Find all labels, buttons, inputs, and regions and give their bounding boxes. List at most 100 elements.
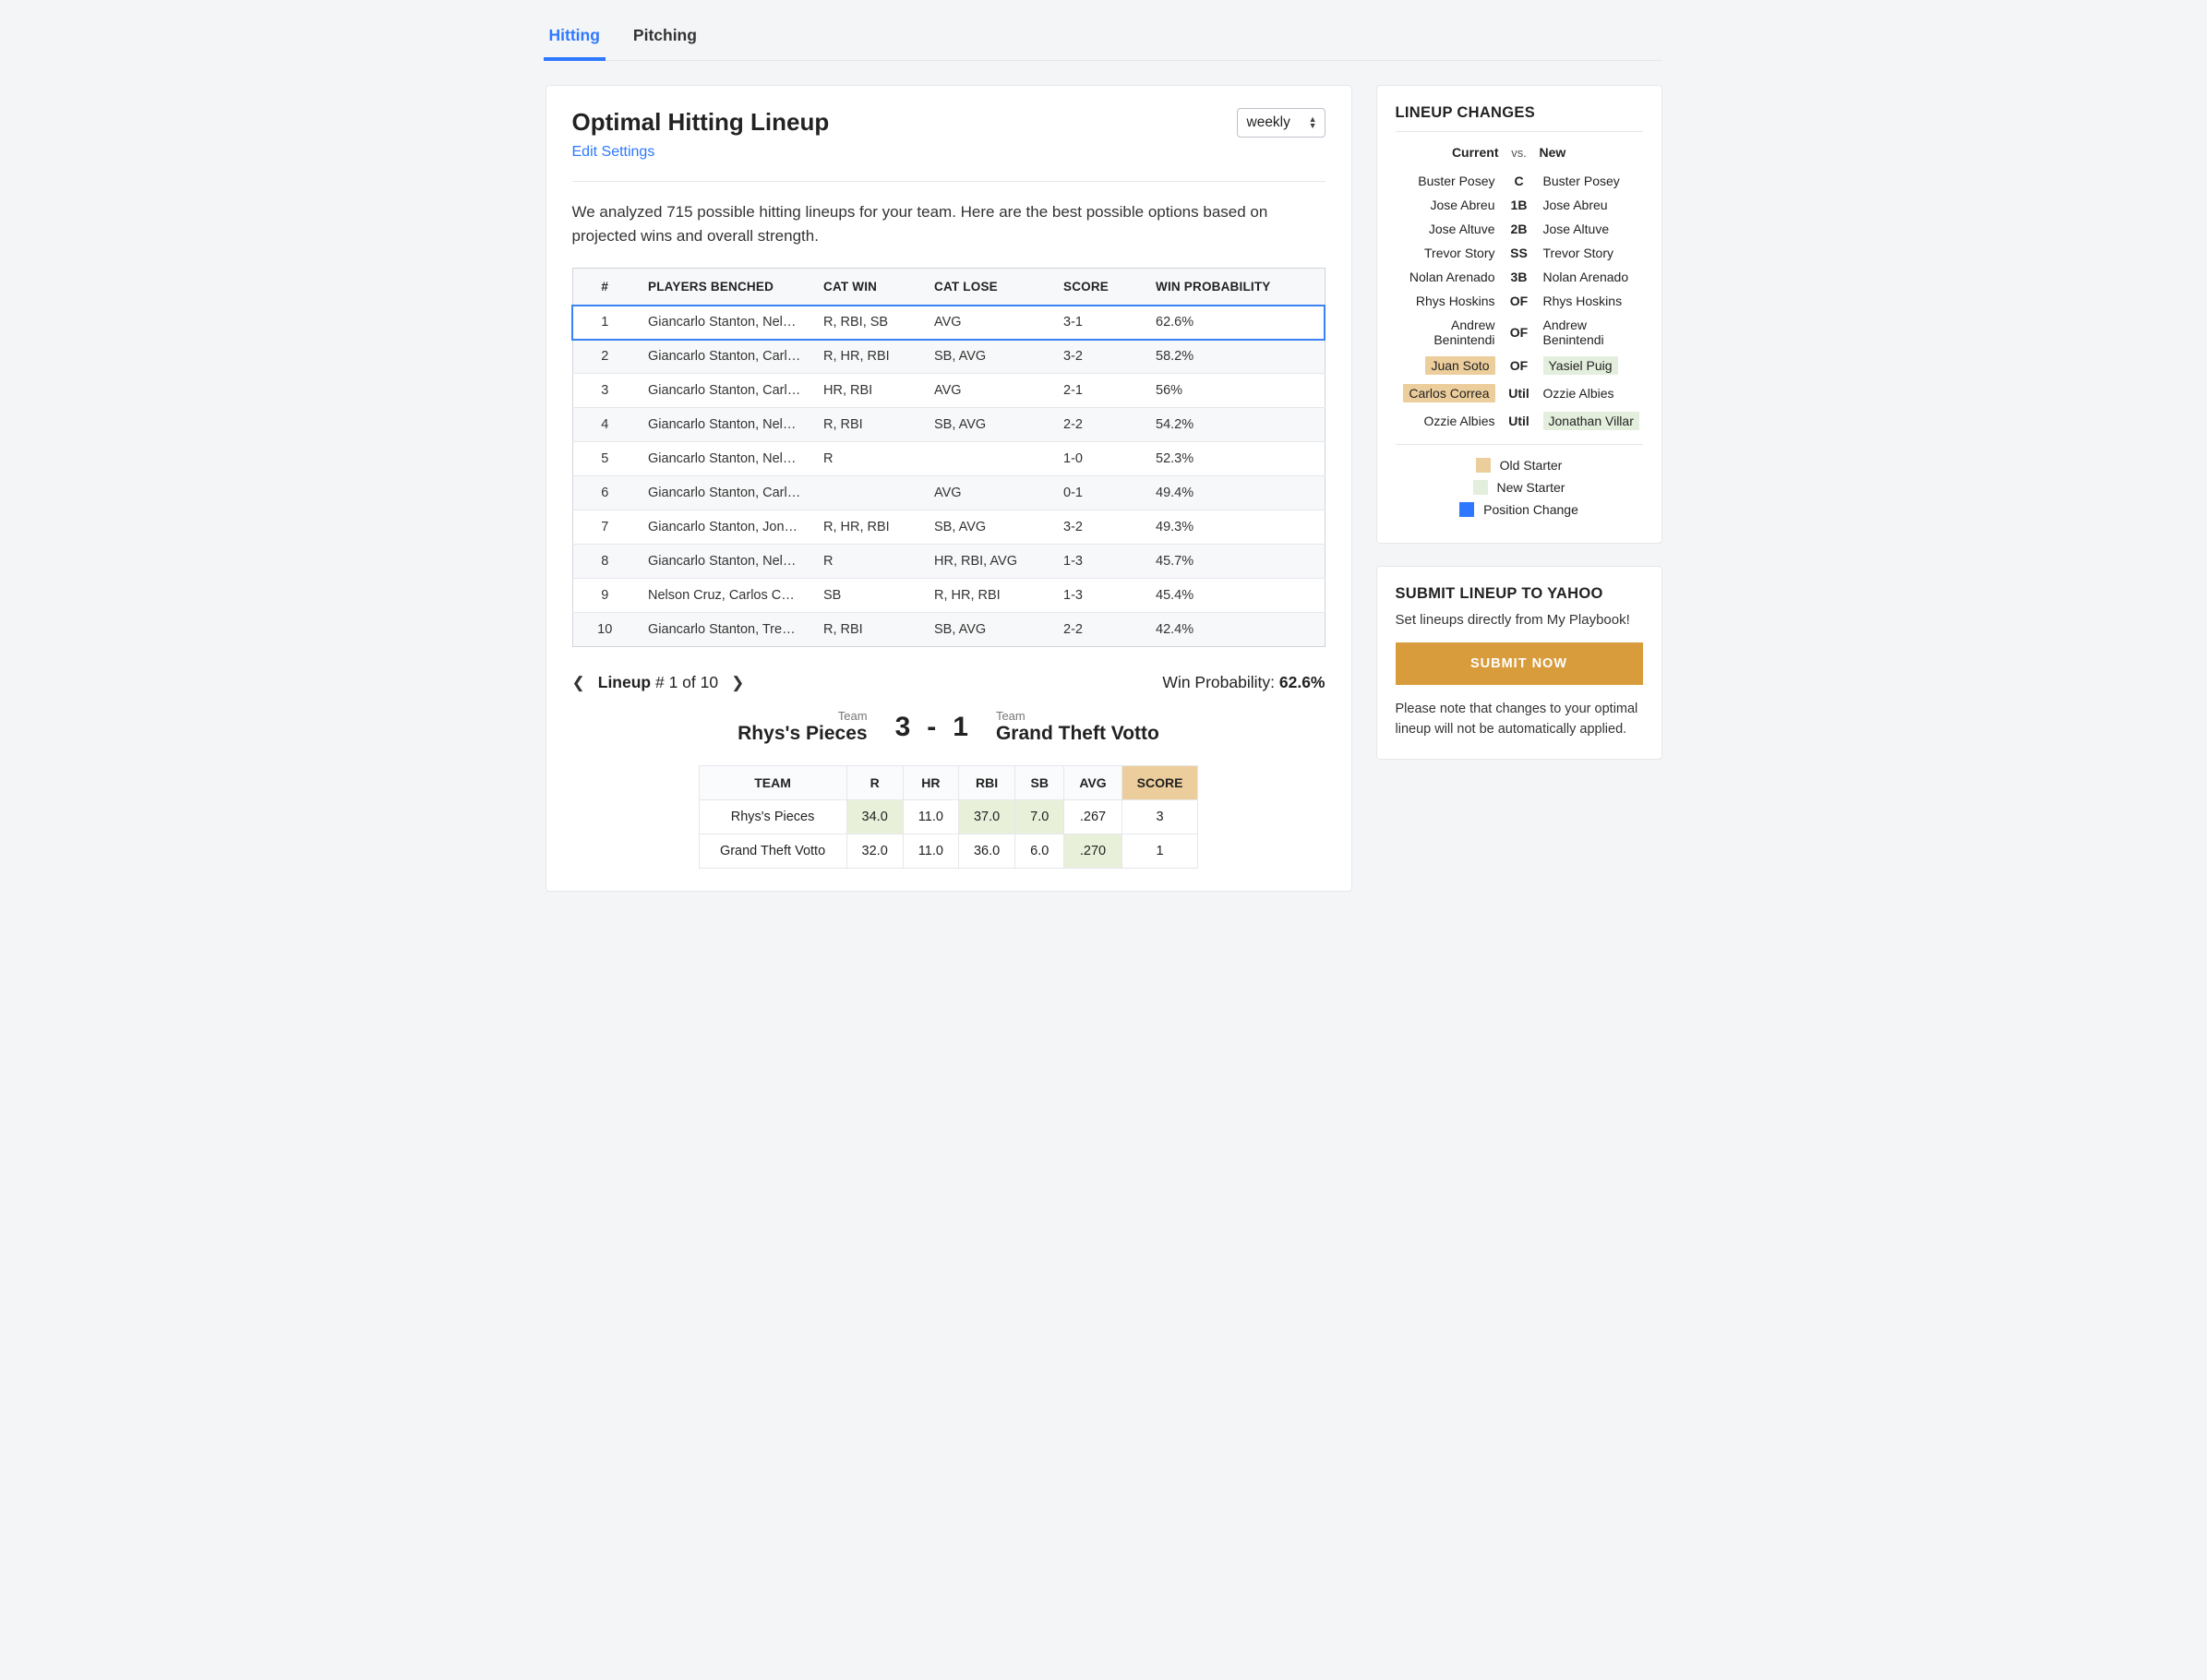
cell-winprob: 49.4%	[1145, 476, 1325, 510]
tab-pitching[interactable]: Pitching	[630, 17, 701, 60]
current-player: Jose Abreu	[1430, 198, 1494, 212]
table-row[interactable]: 6Giancarlo Stanton, Carlos… AVG0-149.4%	[572, 476, 1325, 510]
table-row[interactable]: 7Giancarlo Stanton, Jonath…R, HR, RBISB,…	[572, 510, 1325, 545]
cell-catwin: R	[812, 442, 923, 476]
cell-players: Giancarlo Stanton, Trevor…	[637, 613, 812, 647]
table-row[interactable]: 9Nelson Cruz, Carlos Corre…SBR, HR, RBI1…	[572, 579, 1325, 613]
cell-score: 1	[1121, 834, 1198, 869]
period-select-value: weekly	[1247, 114, 1290, 130]
submit-card: SUBMIT LINEUP TO YAHOO Set lineups direc…	[1376, 566, 1662, 760]
cell-score: 2-1	[1052, 374, 1145, 408]
cell-catwin: SB	[812, 579, 923, 613]
cell-num: 2	[572, 340, 637, 374]
cell-score: 3-1	[1052, 306, 1145, 340]
lineup-position-label: Lineup # 1 of 10	[598, 673, 718, 692]
cell-rbi: 37.0	[958, 800, 1014, 834]
cell-catlose: AVG	[923, 374, 1052, 408]
table-row[interactable]: 3Giancarlo Stanton, Carlos…HR, RBIAVG2-1…	[572, 374, 1325, 408]
position-label: 1B	[1499, 198, 1540, 212]
col-catwin: CAT WIN	[812, 269, 923, 306]
change-row: Juan SotoOFYasiel Puig	[1396, 352, 1643, 379]
submit-title: SUBMIT LINEUP TO YAHOO	[1396, 585, 1643, 603]
cell-team: Rhys's Pieces	[699, 800, 846, 834]
table-row[interactable]: 5Giancarlo Stanton, Nelso…R1-052.3%	[572, 442, 1325, 476]
score-table: TEAM R HR RBI SB AVG SCORE Rhys's Pieces…	[699, 765, 1199, 869]
legend-new: New Starter	[1497, 480, 1565, 495]
cell-catlose: AVG	[923, 476, 1052, 510]
col-score: SCORE	[1052, 269, 1145, 306]
change-row: Andrew BenintendiOFAndrew Benintendi	[1396, 313, 1643, 352]
current-player: Trevor Story	[1424, 246, 1495, 260]
table-row[interactable]: 8Giancarlo Stanton, Nelso…RHR, RBI, AVG1…	[572, 545, 1325, 579]
edit-settings-link[interactable]: Edit Settings	[572, 144, 655, 161]
cell-avg: .267	[1064, 800, 1121, 834]
scol-rbi: RBI	[958, 766, 1014, 800]
cell-num: 4	[572, 408, 637, 442]
swatch-old-icon	[1476, 458, 1491, 473]
current-player: Nolan Arenado	[1409, 270, 1495, 284]
divider	[1396, 131, 1643, 132]
cell-winprob: 56%	[1145, 374, 1325, 408]
table-row[interactable]: 10Giancarlo Stanton, Trevor…R, RBISB, AV…	[572, 613, 1325, 647]
col-winprob: WIN PROBABILITY	[1145, 269, 1325, 306]
position-label: 2B	[1499, 222, 1540, 236]
cell-num: 3	[572, 374, 637, 408]
new-player: Jonathan Villar	[1543, 412, 1639, 430]
cell-catlose: SB, AVG	[923, 408, 1052, 442]
submit-now-button[interactable]: SUBMIT NOW	[1396, 642, 1643, 685]
new-player: Andrew Benintendi	[1543, 318, 1604, 347]
cell-players: Giancarlo Stanton, Nelso…	[637, 408, 812, 442]
table-row[interactable]: 2Giancarlo Stanton, Carlos…R, HR, RBISB,…	[572, 340, 1325, 374]
current-player: Carlos Correa	[1403, 384, 1494, 402]
cell-players: Giancarlo Stanton, Carlos…	[637, 476, 812, 510]
period-select[interactable]: weekly ▲▼	[1237, 108, 1325, 138]
cell-score: 1-0	[1052, 442, 1145, 476]
new-player: Jose Abreu	[1543, 198, 1608, 212]
lineup-changes-card: LINEUP CHANGES Current vs. New Buster Po…	[1376, 85, 1662, 544]
matchup-score: 3 - 1	[895, 712, 968, 743]
legend: Old Starter New Starter Position Change	[1396, 458, 1643, 517]
prev-lineup-icon[interactable]: ❮	[572, 674, 585, 692]
cell-players: Giancarlo Stanton, Nelso…	[637, 442, 812, 476]
cell-catwin: R, RBI, SB	[812, 306, 923, 340]
lineup-table: # PLAYERS BENCHED CAT WIN CAT LOSE SCORE…	[572, 268, 1325, 647]
changes-hdr-new: New	[1540, 145, 1643, 160]
cell-rbi: 36.0	[958, 834, 1014, 869]
cell-players: Nelson Cruz, Carlos Corre…	[637, 579, 812, 613]
cell-catlose	[923, 442, 1052, 476]
change-row: Jose Altuve2BJose Altuve	[1396, 217, 1643, 241]
col-catlose: CAT LOSE	[923, 269, 1052, 306]
change-row: Trevor StorySSTrevor Story	[1396, 241, 1643, 265]
next-lineup-icon[interactable]: ❯	[731, 674, 744, 692]
new-player: Yasiel Puig	[1543, 356, 1618, 375]
submit-note: Set lineups directly from My Playbook!	[1396, 612, 1643, 628]
main-card: Optimal Hitting Lineup Edit Settings wee…	[546, 85, 1352, 892]
cell-catwin: R	[812, 545, 923, 579]
tab-hitting[interactable]: Hitting	[546, 17, 604, 60]
scol-score: SCORE	[1121, 766, 1198, 800]
position-label: Util	[1499, 386, 1540, 401]
cell-catwin: R, RBI	[812, 408, 923, 442]
win-probability: Win Probability: 62.6%	[1162, 673, 1325, 692]
lineup-changes: Current vs. New Buster PoseyCBuster Pose…	[1396, 145, 1643, 435]
cell-num: 1	[572, 306, 637, 340]
submit-foot: Please note that changes to your optimal…	[1396, 700, 1643, 740]
cell-players: Giancarlo Stanton, Nelso…	[637, 545, 812, 579]
matchup-team-b: Team Grand Theft Votto	[996, 709, 1159, 745]
scol-hr: HR	[903, 766, 958, 800]
cell-score: 3-2	[1052, 340, 1145, 374]
table-row[interactable]: 1Giancarlo Stanton, Nelso…R, RBI, SBAVG3…	[572, 306, 1325, 340]
chevron-updown-icon: ▲▼	[1309, 116, 1317, 129]
cell-num: 6	[572, 476, 637, 510]
cell-score: 0-1	[1052, 476, 1145, 510]
position-label: OF	[1499, 325, 1540, 340]
cell-winprob: 45.4%	[1145, 579, 1325, 613]
cell-score: 3-2	[1052, 510, 1145, 545]
tabs: Hitting Pitching	[546, 0, 1662, 61]
cell-winprob: 45.7%	[1145, 545, 1325, 579]
matchup: Team Rhys's Pieces 3 - 1 Team Grand Thef…	[572, 709, 1325, 745]
cell-avg: .270	[1064, 834, 1121, 869]
current-player: Jose Altuve	[1429, 222, 1495, 236]
intro-text: We analyzed 715 possible hitting lineups…	[572, 200, 1325, 247]
table-row[interactable]: 4Giancarlo Stanton, Nelso…R, RBISB, AVG2…	[572, 408, 1325, 442]
